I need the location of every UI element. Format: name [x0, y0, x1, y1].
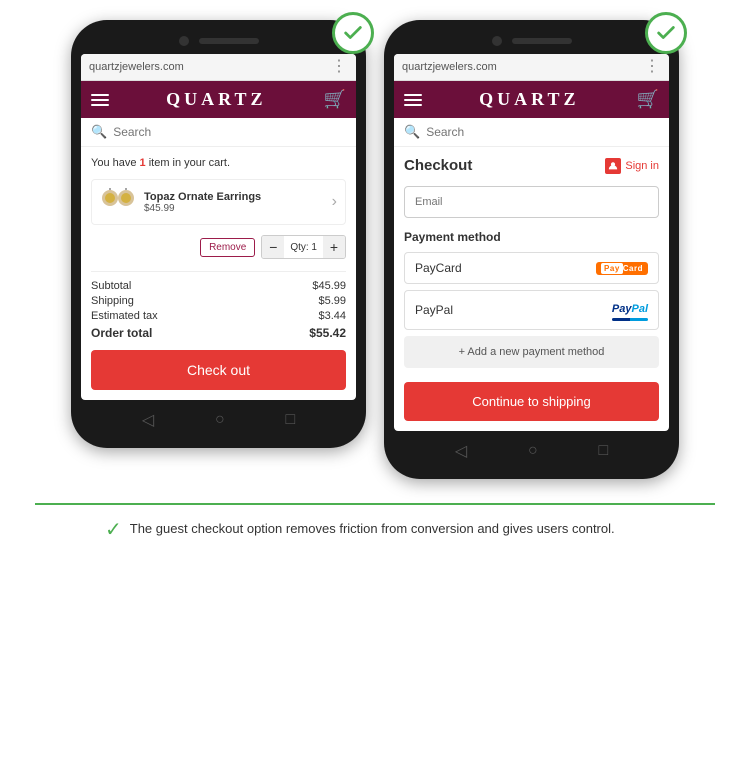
- app-logo-2: QUARTZ: [479, 89, 579, 110]
- order-total-row: Order total $55.42: [91, 326, 346, 340]
- cart-item-name: Topaz Ornate Earrings: [144, 191, 261, 203]
- tax-label: Estimated tax: [91, 310, 158, 322]
- browser-url-1: quartzjewelers.com: [89, 61, 331, 73]
- phone1-wrapper: quartzjewelers.com ⋮ QUARTZ 🛒 🔍: [71, 20, 366, 479]
- signin-label: Sign in: [625, 160, 659, 172]
- front-camera-2: [492, 36, 502, 46]
- phone2-device: quartzjewelers.com ⋮ QUARTZ 🛒 🔍: [384, 20, 679, 479]
- cart-qty-row: Remove − Qty: 1 +: [91, 235, 346, 259]
- payment-method-label: Payment method: [404, 230, 659, 244]
- cart-notice: You have 1 item in your cart.: [91, 157, 346, 169]
- browser-menu-2[interactable]: ⋮: [644, 59, 661, 75]
- cart-item: Topaz Ornate Earrings $45.99 ›: [91, 179, 346, 225]
- check-badge-1: [332, 12, 374, 54]
- speaker-2: [512, 38, 572, 44]
- tax-value: $3.44: [318, 310, 346, 322]
- shipping-value: $5.99: [318, 295, 346, 307]
- front-camera-1: [179, 36, 189, 46]
- browser-url-2: quartzjewelers.com: [402, 61, 644, 73]
- recents-icon-2[interactable]: □: [598, 442, 608, 460]
- divider-line: [35, 503, 715, 505]
- email-input[interactable]: [404, 186, 659, 218]
- footnote-row: ✓ The guest checkout option removes fric…: [95, 519, 655, 542]
- footnote-check-icon: ✓: [105, 517, 122, 542]
- cart-item-chevron[interactable]: ›: [332, 193, 337, 211]
- hamburger-menu-1[interactable]: [91, 94, 109, 106]
- cart-icon-2[interactable]: 🛒: [637, 89, 659, 110]
- search-input-1[interactable]: [113, 125, 346, 139]
- paypal-text-pal: Pal: [631, 303, 648, 315]
- app-header-2: QUARTZ 🛒: [394, 81, 669, 118]
- hamburger-menu-2[interactable]: [404, 94, 422, 106]
- check-badge-2: [645, 12, 687, 54]
- checkout-header-row: Checkout Sign in: [404, 157, 659, 174]
- shipping-label: Shipping: [91, 295, 134, 307]
- home-icon-2[interactable]: ○: [528, 442, 538, 460]
- cart-item-price: $45.99: [144, 203, 261, 214]
- paycard-name: PayCard: [415, 261, 462, 275]
- app-header-1: QUARTZ 🛒: [81, 81, 356, 118]
- continue-shipping-button[interactable]: Continue to shipping: [404, 382, 659, 421]
- qty-increase-button[interactable]: +: [323, 236, 345, 258]
- browser-menu-1[interactable]: ⋮: [331, 59, 348, 75]
- qty-decrease-button[interactable]: −: [262, 236, 284, 258]
- recents-icon-1[interactable]: □: [285, 411, 295, 429]
- paycard-badge: PayCard: [596, 262, 648, 275]
- paypal-name: PayPal: [415, 303, 453, 317]
- search-icon-2: 🔍: [404, 124, 420, 140]
- app-logo-1: QUARTZ: [166, 89, 266, 110]
- checkout-button[interactable]: Check out: [91, 350, 346, 390]
- subtotal-value: $45.99: [312, 280, 346, 292]
- speaker-1: [199, 38, 259, 44]
- cart-item-left: Topaz Ornate Earrings $45.99: [100, 188, 261, 216]
- back-icon-1[interactable]: ◁: [142, 410, 154, 430]
- qty-value: Qty: 1: [284, 242, 323, 253]
- cart-item-info: Topaz Ornate Earrings $45.99: [144, 191, 261, 214]
- phone1-screen: quartzjewelers.com ⋮ QUARTZ 🛒 🔍: [81, 54, 356, 400]
- order-total-value: $55.42: [309, 326, 346, 340]
- paypal-logo: PayPal: [612, 299, 648, 321]
- cart-content: You have 1 item in your cart.: [81, 147, 356, 400]
- browser-bar-1: quartzjewelers.com ⋮: [81, 54, 356, 81]
- shipping-row: Shipping $5.99: [91, 295, 346, 307]
- home-icon-1[interactable]: ○: [215, 411, 225, 429]
- subtotal-row: Subtotal $45.99: [91, 280, 346, 292]
- phones-row: quartzjewelers.com ⋮ QUARTZ 🛒 🔍: [71, 20, 679, 479]
- back-icon-2[interactable]: ◁: [455, 441, 467, 461]
- phone1-bottom-bar: ◁ ○ □: [81, 400, 356, 434]
- cart-totals: Subtotal $45.99 Shipping $5.99 Estimated…: [91, 271, 346, 340]
- search-input-2[interactable]: [426, 125, 659, 139]
- remove-button[interactable]: Remove: [200, 238, 255, 257]
- subtotal-label: Subtotal: [91, 280, 131, 292]
- search-bar-2: 🔍: [394, 118, 669, 147]
- paypal-option[interactable]: PayPal PayPal: [404, 290, 659, 330]
- checkout-title: Checkout: [404, 157, 472, 174]
- phone2-bottom-bar: ◁ ○ □: [394, 431, 669, 465]
- add-payment-button[interactable]: + Add a new payment method: [404, 336, 659, 368]
- order-total-label: Order total: [91, 326, 152, 340]
- phone2-wrapper: quartzjewelers.com ⋮ QUARTZ 🛒 🔍: [384, 20, 679, 479]
- cart-icon-1[interactable]: 🛒: [324, 89, 346, 110]
- search-bar-1: 🔍: [81, 118, 356, 147]
- paycard-logo: PayCard: [596, 262, 648, 275]
- paypal-text-pay: Pay: [612, 303, 632, 315]
- phone2-top-bar: [394, 32, 669, 54]
- footnote-text: The guest checkout option removes fricti…: [130, 519, 615, 539]
- browser-bar-2: quartzjewelers.com ⋮: [394, 54, 669, 81]
- qty-control: − Qty: 1 +: [261, 235, 346, 259]
- phone1-device: quartzjewelers.com ⋮ QUARTZ 🛒 🔍: [71, 20, 366, 448]
- footnote-section: ✓ The guest checkout option removes fric…: [35, 503, 715, 542]
- checkout-content: Checkout Sign in Payment m: [394, 147, 669, 431]
- paypal-underline: [612, 318, 648, 321]
- phone1-top-bar: [81, 32, 356, 54]
- tax-row: Estimated tax $3.44: [91, 310, 346, 322]
- phone2-screen: quartzjewelers.com ⋮ QUARTZ 🛒 🔍: [394, 54, 669, 431]
- search-icon-1: 🔍: [91, 124, 107, 140]
- signin-icon: [605, 158, 621, 174]
- earring-image: [100, 188, 136, 216]
- paycard-option[interactable]: PayCard PayCard: [404, 252, 659, 284]
- signin-button[interactable]: Sign in: [605, 158, 659, 174]
